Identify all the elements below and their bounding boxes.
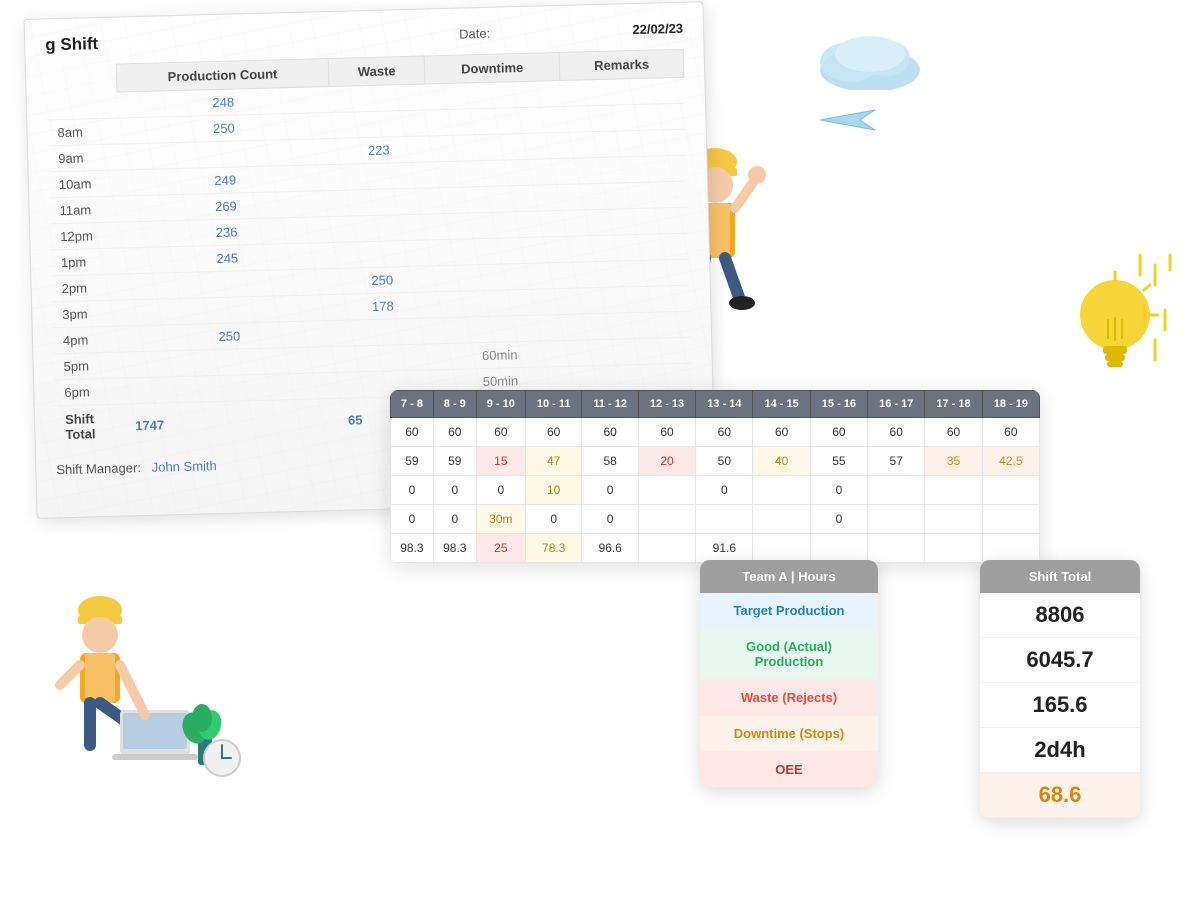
paper-plane-decoration	[820, 105, 880, 135]
hour-17-18: 17 - 18	[925, 391, 982, 418]
legend-waste: Waste (Rejects)	[700, 680, 878, 716]
legend-good: Good (Actual) Production	[700, 629, 878, 680]
oee-row: 98.398.3 25 78.3 96.6 91.6	[391, 534, 1040, 563]
shift-total-card: Shift Total 8806 6045.7 165.6 2d4h 68.6	[980, 560, 1140, 818]
hour-7-8: 7 - 8	[391, 391, 434, 418]
shift-total-oee: 68.6	[980, 773, 1140, 818]
worker-sitting-illustration	[30, 580, 250, 780]
hour-9-10: 9 - 10	[476, 391, 525, 418]
legend-target: Target Production	[700, 593, 878, 629]
legend-header: Team A | Hours	[700, 560, 878, 593]
legend-downtime: Downtime (Stops)	[700, 716, 878, 752]
shift-log-table: Production Count Waste Downtime Remarks …	[46, 49, 694, 449]
hours-header-row: 7 - 8 8 - 9 9 - 10 10 - 11 11 - 12 12 - …	[391, 391, 1040, 418]
shift-total-waste: 165.6	[980, 683, 1140, 728]
legend-card: Team A | Hours Target Production Good (A…	[700, 560, 878, 787]
hour-8-9: 8 - 9	[433, 391, 476, 418]
col-waste: Waste	[329, 56, 425, 86]
hour-16-17: 16 - 17	[868, 391, 925, 418]
shift-manager-label: Shift Manager:	[56, 460, 141, 477]
hour-12-13: 12 - 13	[638, 391, 695, 418]
date-value: 22/02/23	[632, 21, 683, 37]
col-remarks: Remarks	[559, 49, 683, 80]
hour-13-14: 13 - 14	[696, 391, 753, 418]
date-label: Date:	[459, 26, 490, 42]
hour-11-12: 11 - 12	[582, 391, 638, 418]
hour-10-11: 10 - 11	[525, 391, 581, 418]
waste-row: 000 10 000	[391, 476, 1040, 505]
prod-grid-table: 7 - 8 8 - 9 9 - 10 10 - 11 11 - 12 12 - …	[390, 390, 1040, 563]
hour-14-15: 14 - 15	[753, 391, 810, 418]
shift-total-header: Shift Total	[980, 560, 1140, 593]
downtime-row: 00 30m 000	[391, 505, 1040, 534]
production-grid: 7 - 8 8 - 9 9 - 10 10 - 11 11 - 12 12 - …	[390, 390, 1040, 563]
shift-total-good: 6045.7	[980, 638, 1140, 683]
legend-oee: OEE	[700, 752, 878, 787]
shift-title: g Shift	[45, 34, 98, 55]
shift-total-downtime: 2d4h	[980, 728, 1140, 773]
cloud-decoration	[810, 30, 930, 90]
hour-15-16: 15 - 16	[810, 391, 867, 418]
shift-manager-name: John Smith	[152, 458, 217, 475]
hour-18-19: 18 - 19	[982, 391, 1039, 418]
col-downtime: Downtime	[424, 52, 560, 84]
shift-total-target: 8806	[980, 593, 1140, 638]
good-row: 5959 15 47 58 20 50 40 5557 35 42.5	[391, 447, 1040, 476]
sparkle-decoration	[1130, 250, 1180, 375]
target-row: 6060606060 6060606060 6060	[391, 418, 1040, 447]
